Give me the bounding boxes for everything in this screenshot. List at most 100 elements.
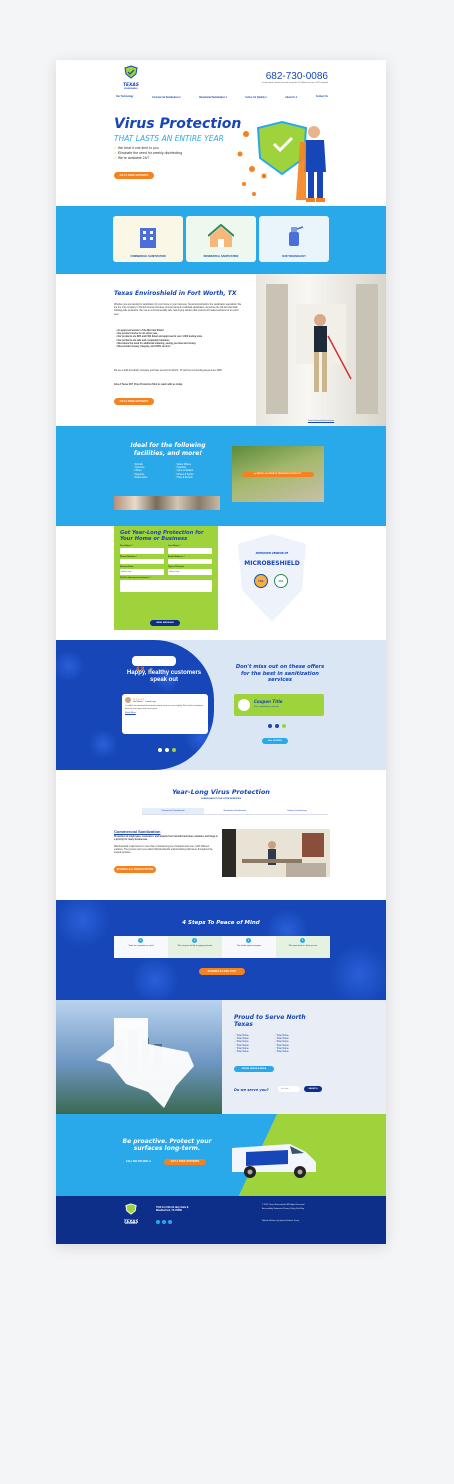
- video-label[interactable]: ▶ WATCH: IS SURFACE TREATMENT WORTH IT?: [242, 472, 314, 477]
- tab-surface[interactable]: Surface Disinfecting: [266, 808, 328, 814]
- phone-input[interactable]: [120, 558, 164, 564]
- coupon-text: Free sanitization estimate: [254, 706, 279, 708]
- step-text: The whole system happens: [236, 945, 262, 947]
- technician-photo: Texas Enviroshield technician: [256, 274, 386, 426]
- tab-residential[interactable]: Residential Sanitization: [204, 808, 266, 814]
- reviews-offers-section: 4.8 ★ 134 Reviews Happy, healthy custome…: [56, 640, 386, 770]
- form-group: Last Name *: [168, 545, 212, 554]
- service-strong-text: Protection of employees, customers, and …: [114, 836, 218, 842]
- shield-watermark-icon: [238, 534, 306, 622]
- tab-commercial[interactable]: Commercial Sanitization: [142, 808, 204, 814]
- logo-text-bottom: ENVIROSHIELD: [124, 88, 138, 90]
- form-section: Get Year-Long Protection for Your Home o…: [56, 526, 386, 640]
- cta-estimate-button[interactable]: GET A FREE ESTIMATE: [164, 1159, 206, 1165]
- footer-links[interactable]: Accessibility Statement Privacy Policy S…: [262, 1208, 332, 1211]
- about-bullet: • We provide honesty, integrity, and 100…: [116, 346, 171, 349]
- service-card-commercial[interactable]: COMMERCIAL SANITIZATION: [113, 216, 183, 262]
- social-icons: [156, 1220, 172, 1224]
- steps-row: 1 Send us a question or email 2 We visit y…: [114, 936, 330, 958]
- about-estimate-button[interactable]: GET A FREE ESTIMATE: [114, 398, 154, 405]
- carousel-dot[interactable]: [172, 748, 176, 752]
- cta-phone[interactable]: CALL 682-730-0086: [126, 1160, 148, 1163]
- cta-title: Be proactive. Protect your surfaces long…: [122, 1138, 212, 1152]
- site-footer: TEXAS ENVIROSHIELD 7016 Fort Worth Hwy S…: [56, 1196, 386, 1244]
- form-group: Type of Service Select one: [168, 566, 212, 575]
- last-name-input[interactable]: [168, 548, 212, 554]
- linkedin-icon[interactable]: [168, 1220, 172, 1224]
- step-number: 4: [300, 938, 305, 943]
- service-tabs: Commercial Sanitization Residential Sani…: [142, 808, 328, 815]
- nav-item-air[interactable]: Indoor Air Quality ▾: [245, 96, 266, 99]
- service-area-select[interactable]: Select one: [120, 569, 164, 575]
- serve-question: Do we serve you?: [234, 1088, 269, 1092]
- search-button[interactable]: SEARCH: [304, 1086, 322, 1092]
- nav-item-technology[interactable]: Our Technology: [116, 96, 133, 99]
- facility-item: Restaurants: [132, 477, 172, 480]
- send-message-button[interactable]: SEND MESSAGE: [150, 620, 180, 626]
- hero-checklist: ✓ We treat it one time to you ✓ Eliminat…: [114, 146, 182, 161]
- all-offers-button[interactable]: ALL OFFERS: [262, 738, 288, 744]
- form-row: First Name * Last Name *: [120, 545, 212, 554]
- review-header: ★★★★★ Gail Baxter · 1 month ago: [125, 697, 205, 703]
- first-name-input[interactable]: [120, 548, 164, 554]
- photo-caption[interactable]: Texas Enviroshield technician: [256, 420, 386, 422]
- hero-estimate-button[interactable]: GET A FREE ESTIMATE: [114, 172, 154, 179]
- nav-item-commercial[interactable]: Commercial Sanitization ▾: [152, 96, 180, 99]
- hero-check-item: ✓ We're available 24/7: [114, 156, 150, 160]
- protection-section: Year-Long Virus Protection LEARN ABOUT O…: [56, 770, 386, 900]
- approved-vendor-text: APPROVED VENDOR OF: [255, 552, 289, 555]
- footer-credit[interactable]: Website Solutions by Optimal Solutions G…: [262, 1220, 332, 1222]
- business-textarea[interactable]: [120, 579, 212, 592]
- twitter-icon[interactable]: [162, 1220, 166, 1224]
- service-area-button[interactable]: ENTER SERVICE AREA: [234, 1066, 274, 1072]
- epa-badge: EPA: [274, 574, 288, 588]
- coupon-card[interactable]: Coupon Title Free sanitization estimate: [234, 694, 324, 716]
- service-heading: Commercial Sanitization: [114, 829, 161, 834]
- review-text: I couldn't recommend these professional …: [125, 705, 204, 710]
- review-carousel-dots: [158, 748, 176, 752]
- about-bullets: • An approved vendor of the Microbe Shie…: [116, 330, 244, 349]
- video-thumbnail[interactable]: ▶ WATCH: IS SURFACE TREATMENT WORTH IT?: [232, 446, 324, 502]
- protection-title: Year-Long Virus Protection: [172, 788, 270, 796]
- areas-col-2: Town Name Town Name Town Name Town Name …: [274, 1035, 314, 1054]
- footer-address: 7016 Fort Worth Hwy Suite 8, Weatherford…: [156, 1206, 189, 1213]
- consultation-button[interactable]: SCHEDULE A CONSULTATION: [114, 866, 156, 873]
- page-canvas: TEXAS ENVIROSHIELD 682-730-0086 Locally …: [56, 60, 386, 1244]
- footer-logo[interactable]: TEXAS ENVIROSHIELD: [116, 1202, 146, 1225]
- form-group: Tell Us about your business *: [120, 577, 212, 592]
- house-icon: [208, 224, 234, 247]
- carousel-dot[interactable]: [282, 724, 286, 728]
- schedule-visit-button[interactable]: SCHEDULE FREE VISIT: [199, 968, 245, 975]
- step-card: 1 Send us a question or email: [114, 936, 168, 958]
- service-card-technology[interactable]: OUR TECHNOLOGY: [259, 216, 329, 262]
- town-item[interactable]: Town Name: [234, 1051, 274, 1054]
- logo[interactable]: TEXAS ENVIROSHIELD: [116, 65, 146, 90]
- header-phone[interactable]: 682-730-0086: [266, 71, 328, 82]
- step-card: 3 The whole system happens: [222, 936, 276, 958]
- cta-call[interactable]: CALL 682-730-0086 or: [126, 1160, 151, 1163]
- carousel-dot[interactable]: [275, 724, 279, 728]
- step-text: We visit your facility to apply protecti…: [177, 945, 213, 947]
- email-input[interactable]: [168, 558, 212, 564]
- read-more-link[interactable]: Read More: [125, 712, 205, 714]
- microbeshield-logo: MICROBESHIELD: [244, 560, 300, 567]
- nav-item-about[interactable]: About Us ▾: [285, 96, 297, 99]
- form-row: Phone Number * Email Address *: [120, 555, 212, 564]
- carousel-dot[interactable]: [158, 748, 162, 752]
- carousel-dot[interactable]: [268, 724, 272, 728]
- town-item[interactable]: Town Name: [274, 1051, 314, 1054]
- facebook-icon[interactable]: [156, 1220, 160, 1224]
- phone-label: Phone Number *: [120, 555, 138, 558]
- areas-title: Proud to Serve North Texas: [234, 1014, 306, 1028]
- nav-item-contact[interactable]: Contact Us: [316, 96, 328, 99]
- fort-worth-map-photo: [56, 1000, 222, 1114]
- first-name-label: First Name *: [120, 545, 133, 547]
- service-type-select[interactable]: Select one: [168, 569, 212, 575]
- service-card-residential[interactable]: RESIDENTIAL SANITIZATION: [186, 216, 256, 262]
- hero: Virus Protection THAT LASTS AN ENTIRE YE…: [56, 110, 386, 206]
- zip-input[interactable]: zip code: [278, 1086, 300, 1092]
- carousel-dot[interactable]: [165, 748, 169, 752]
- header-tagline: Locally owned, veteran-operated, serving…: [261, 82, 328, 84]
- coupon-title: Coupon Title: [254, 699, 283, 704]
- nav-item-residential[interactable]: Residential Sanitization ▾: [199, 96, 227, 99]
